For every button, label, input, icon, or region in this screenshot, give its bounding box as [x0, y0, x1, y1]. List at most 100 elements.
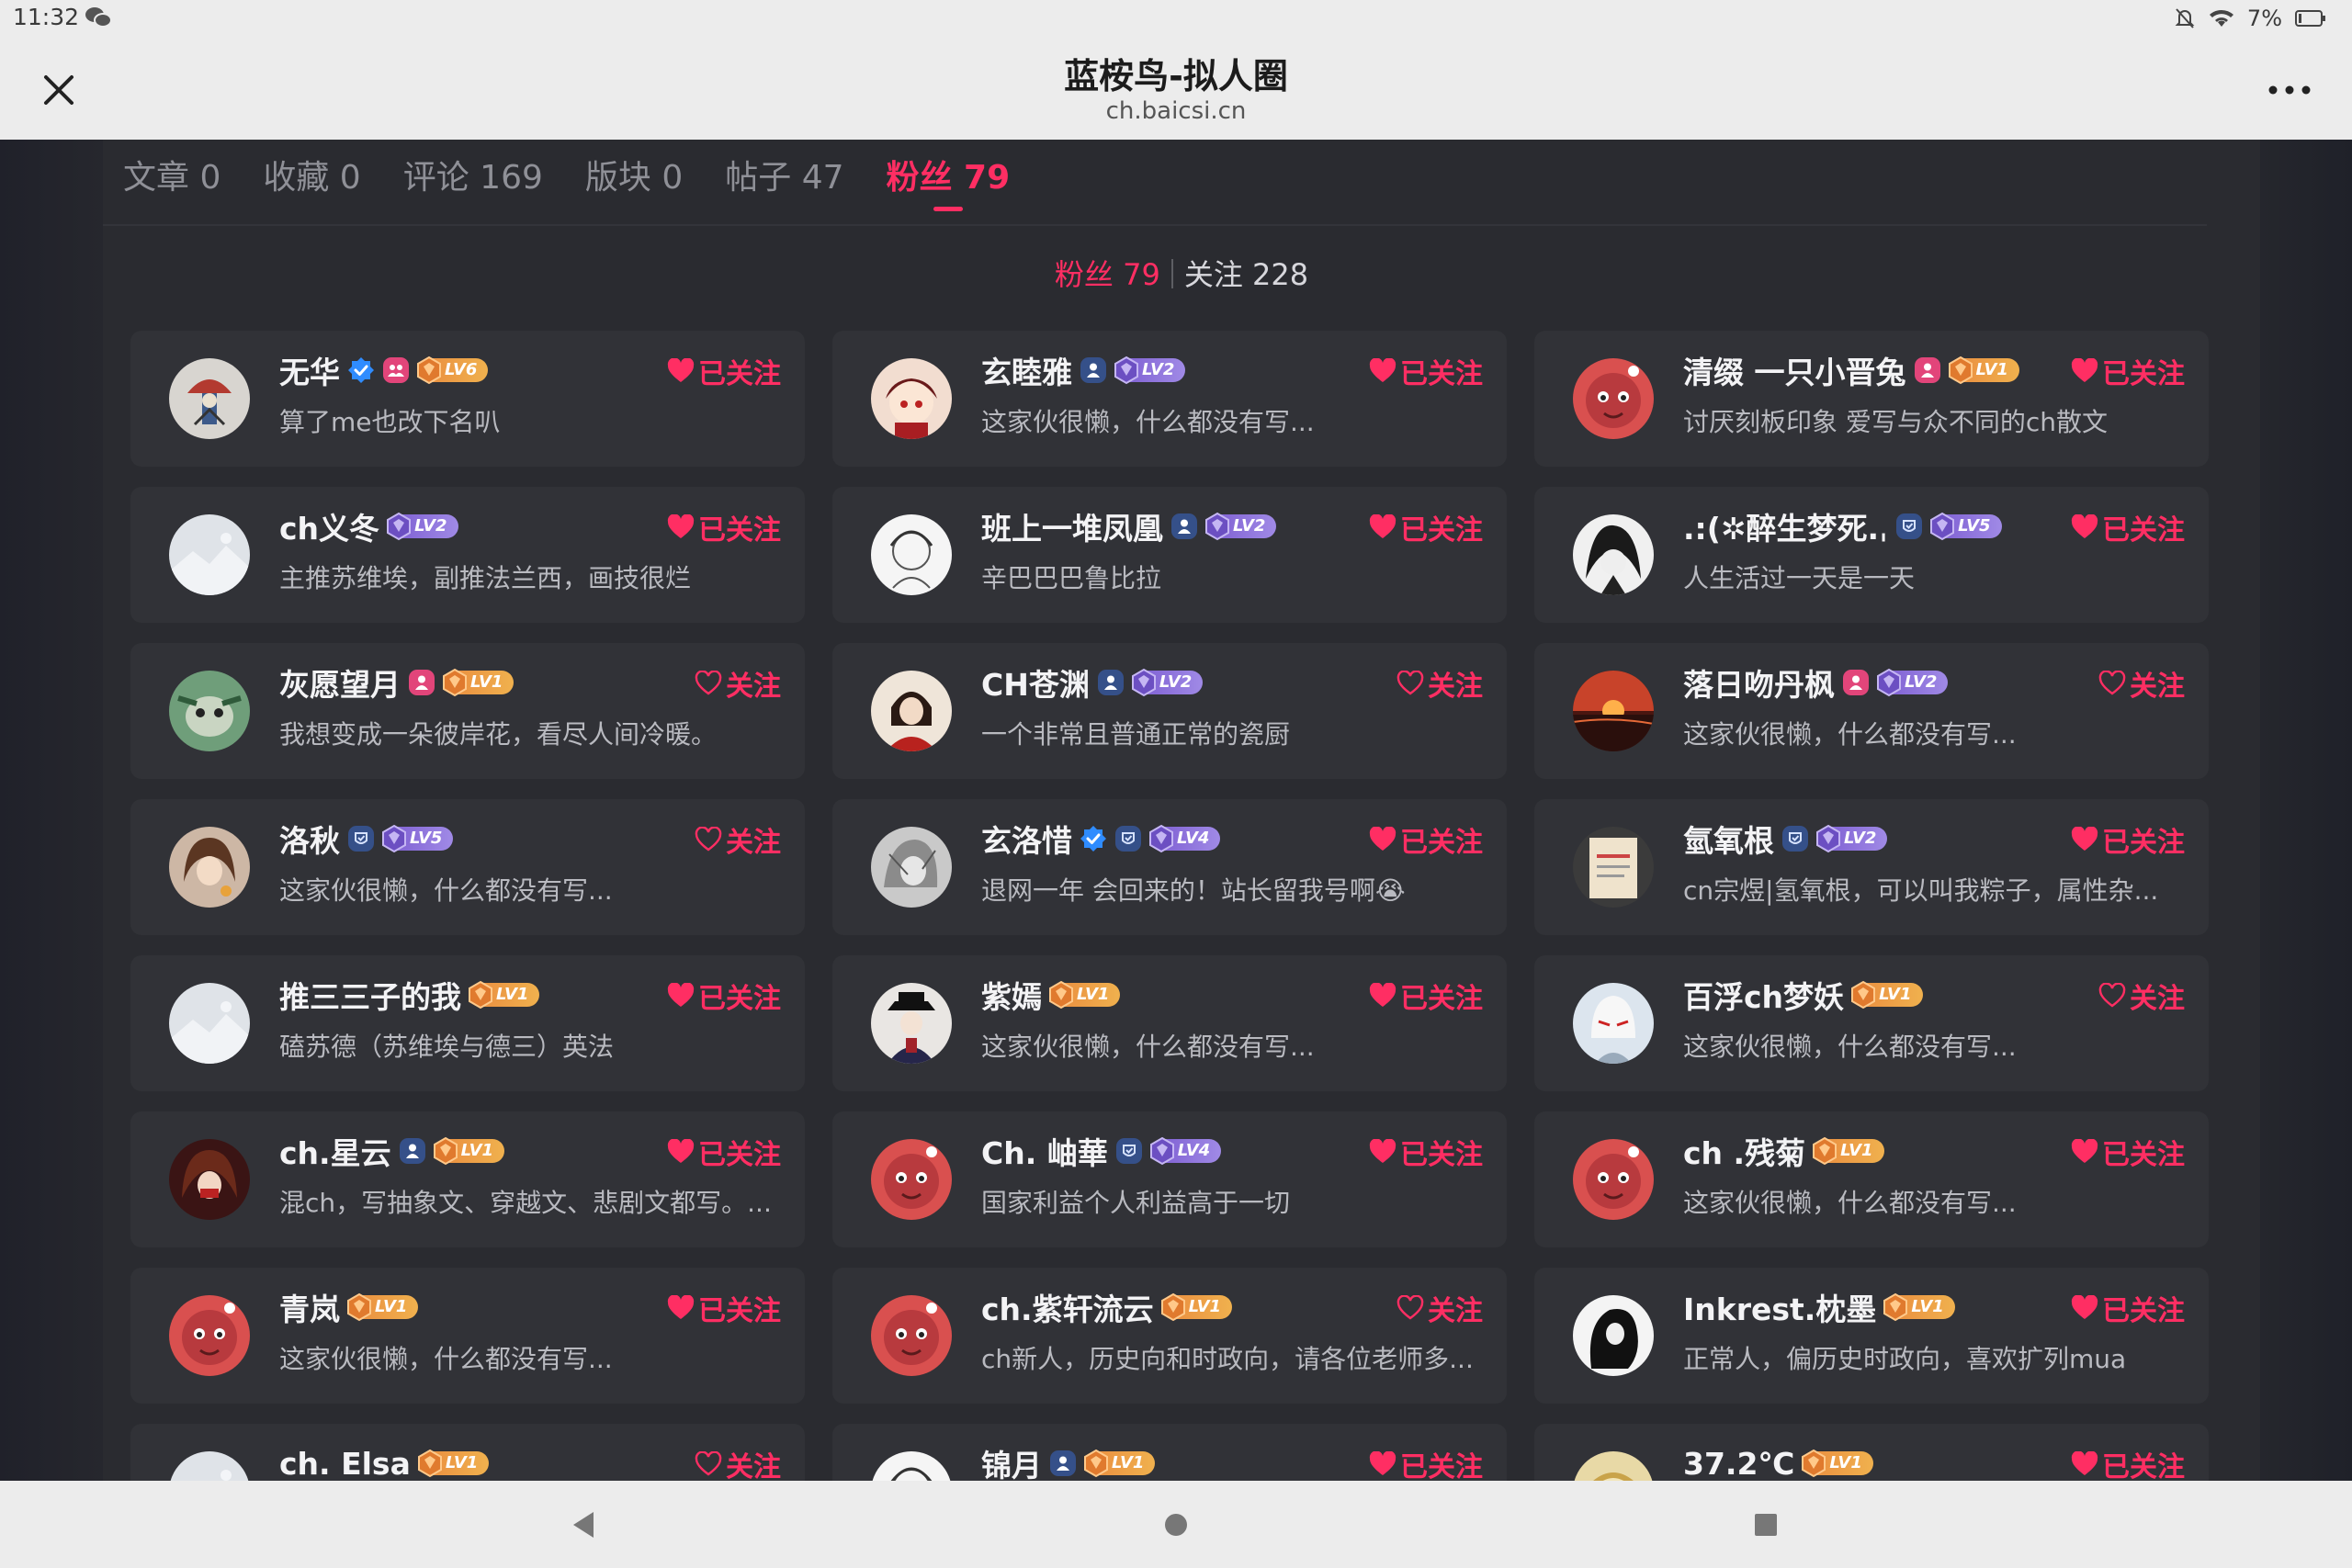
tab-2[interactable]: 评论 169 — [403, 151, 543, 211]
avatar[interactable] — [1573, 1451, 1654, 1481]
avatar[interactable] — [1573, 671, 1654, 751]
avatar[interactable] — [169, 827, 250, 908]
user-name[interactable]: 紫嫣 — [981, 973, 1042, 1017]
back-icon[interactable] — [566, 1506, 603, 1543]
followed-button[interactable]: 已关注 — [2071, 1290, 2185, 1327]
avatar[interactable] — [169, 358, 250, 439]
followed-button[interactable]: 已关注 — [1369, 1134, 1483, 1171]
followed-button[interactable]: 已关注 — [667, 353, 781, 390]
user-name[interactable]: 无华 — [279, 348, 340, 392]
home-icon[interactable] — [1158, 1506, 1194, 1543]
followed-button[interactable]: 已关注 — [1369, 977, 1483, 1015]
fan-card[interactable]: 无华 LV6 算了me也改下名叭 已关注 — [130, 331, 805, 467]
fan-card[interactable]: ch .残菊 LV1 这家伙很懒，什么都没有写... 已关注 — [1534, 1111, 2209, 1247]
followed-button[interactable]: 已关注 — [1369, 353, 1483, 390]
followed-button[interactable]: 已关注 — [1369, 509, 1483, 547]
user-name[interactable]: ch. Elsa — [279, 1446, 411, 1482]
user-name[interactable]: ch .残菊 — [1683, 1129, 1805, 1173]
fan-card[interactable]: 落日吻丹枫 LV2 这家伙很懒，什么都没有写... 关注 — [1534, 643, 2209, 779]
user-name[interactable]: 氫氧根 — [1683, 817, 1774, 861]
followed-button[interactable]: 已关注 — [1369, 1446, 1483, 1481]
fan-card[interactable]: .:(✲醉生梦死.ˌ LV5 人生活过一天是一天 已关注 — [1534, 487, 2209, 623]
fan-card[interactable]: ch.紫轩流云 LV1 ch新人，历史向和时政向，请各位老师多... 关注 — [832, 1268, 1507, 1404]
recents-icon[interactable] — [1747, 1506, 1784, 1543]
tab-1[interactable]: 收藏 0 — [263, 151, 360, 211]
fan-card[interactable]: 紫嫣 LV1 这家伙很懒，什么都没有写... 已关注 — [832, 955, 1507, 1091]
avatar[interactable] — [169, 514, 250, 595]
follow-button[interactable]: 关注 — [695, 821, 781, 859]
user-name[interactable]: ch义冬 — [279, 504, 379, 548]
avatar[interactable] — [1573, 1295, 1654, 1376]
followed-button[interactable]: 已关注 — [667, 509, 781, 547]
fan-card[interactable]: 青岚 LV1 这家伙很懒，什么都没有写... 已关注 — [130, 1268, 805, 1404]
avatar[interactable] — [1573, 983, 1654, 1064]
tab-5[interactable]: 粉丝 79 — [887, 151, 1010, 211]
avatar[interactable] — [871, 1451, 952, 1481]
followed-button[interactable]: 已关注 — [2071, 1134, 2185, 1171]
fan-card[interactable]: ch.星云 LV1 混ch，写抽象文、穿越文、悲剧文都写。... 已关注 — [130, 1111, 805, 1247]
subtab-fans[interactable]: 粉丝 79 — [1055, 257, 1160, 292]
user-name[interactable]: Inkrest.枕墨 — [1683, 1285, 1876, 1329]
avatar[interactable] — [871, 1139, 952, 1220]
subtab-following[interactable]: 关注 228 — [1184, 257, 1308, 292]
fan-card[interactable]: 氫氧根 LV2 cn宗煜|氢氧根，可以叫我粽子，属性杂... 已关注 — [1534, 799, 2209, 935]
user-name[interactable]: CH苍渊 — [981, 660, 1090, 705]
avatar[interactable] — [871, 671, 952, 751]
fan-card[interactable]: 锦月 LV1 已关注 — [832, 1424, 1507, 1481]
fan-card[interactable]: Ch. 岫華 LV4 国家利益个人利益高于一切 已关注 — [832, 1111, 1507, 1247]
avatar[interactable] — [169, 1295, 250, 1376]
fan-card[interactable]: 灰愿望月 LV1 我想变成一朵彼岸花，看尽人间冷暖。 关注 — [130, 643, 805, 779]
user-name[interactable]: 37.2℃ — [1683, 1446, 1794, 1482]
user-name[interactable]: 玄睦雅 — [981, 348, 1072, 392]
avatar[interactable] — [1573, 1139, 1654, 1220]
fan-card[interactable]: 洛秋 LV5 这家伙很懒，什么都没有写... 关注 — [130, 799, 805, 935]
user-name[interactable]: 锦月 — [981, 1441, 1042, 1481]
fan-card[interactable]: 班上一堆凤凰 LV2 辛巴巴巴鲁比拉 已关注 — [832, 487, 1507, 623]
user-name[interactable]: 灰愿望月 — [279, 660, 401, 705]
user-name[interactable]: 百浮ch梦妖 — [1683, 973, 1844, 1017]
tab-4[interactable]: 帖子 47 — [725, 151, 843, 211]
follow-button[interactable]: 关注 — [695, 1446, 781, 1481]
user-name[interactable]: 青岚 — [279, 1285, 340, 1329]
user-name[interactable]: 推三三子的我 — [279, 973, 461, 1017]
avatar[interactable] — [169, 671, 250, 751]
fan-card[interactable]: 清缀 一只小晋兔 LV1 讨厌刻板印象 爱写与众不同的ch散文 已关注 — [1534, 331, 2209, 467]
fan-card[interactable]: 37.2℃ LV1 已关注 — [1534, 1424, 2209, 1481]
follow-button[interactable]: 关注 — [695, 665, 781, 703]
fan-card[interactable]: Inkrest.枕墨 LV1 正常人，偏历史时政向，喜欢扩列mua 已关注 — [1534, 1268, 2209, 1404]
user-name[interactable]: 清缀 一只小晋兔 — [1683, 348, 1906, 392]
avatar[interactable] — [871, 983, 952, 1064]
followed-button[interactable]: 已关注 — [2071, 509, 2185, 547]
followed-button[interactable]: 已关注 — [2071, 821, 2185, 859]
followed-button[interactable]: 已关注 — [1369, 821, 1483, 859]
user-name[interactable]: 班上一堆凤凰 — [981, 504, 1163, 548]
fan-card[interactable]: ch义冬 LV2 主推苏维埃，副推法兰西，画技很烂 已关注 — [130, 487, 805, 623]
follow-button[interactable]: 关注 — [2098, 977, 2185, 1015]
followed-button[interactable]: 已关注 — [667, 1290, 781, 1327]
tab-3[interactable]: 版块 0 — [585, 151, 683, 211]
user-name[interactable]: 玄洛惜 — [981, 817, 1072, 861]
user-name[interactable]: ch.星云 — [279, 1129, 391, 1173]
fan-card[interactable]: CH苍渊 LV2 一个非常且普通正常的瓷厨 关注 — [832, 643, 1507, 779]
followed-button[interactable]: 已关注 — [667, 1134, 781, 1171]
avatar[interactable] — [871, 514, 952, 595]
user-name[interactable]: .:(✲醉生梦死.ˌ — [1683, 504, 1888, 548]
user-name[interactable]: ch.紫轩流云 — [981, 1285, 1154, 1329]
followed-button[interactable]: 已关注 — [2071, 1446, 2185, 1481]
follow-button[interactable]: 关注 — [1396, 665, 1483, 703]
follow-button[interactable]: 关注 — [2098, 665, 2185, 703]
avatar[interactable] — [1573, 827, 1654, 908]
fan-card[interactable]: 推三三子的我 LV1 磕苏德（苏维埃与德三）英法 已关注 — [130, 955, 805, 1091]
followed-button[interactable]: 已关注 — [2071, 353, 2185, 390]
avatar[interactable] — [1573, 514, 1654, 595]
fan-card[interactable]: 百浮ch梦妖 LV1 这家伙很懒，什么都没有写... 关注 — [1534, 955, 2209, 1091]
tab-0[interactable]: 文章 0 — [123, 151, 220, 211]
avatar[interactable] — [169, 1451, 250, 1481]
avatar[interactable] — [169, 983, 250, 1064]
avatar[interactable] — [871, 358, 952, 439]
avatar[interactable] — [1573, 358, 1654, 439]
fan-card[interactable]: ch. Elsa LV1 关注 — [130, 1424, 805, 1481]
more-icon[interactable] — [2262, 73, 2317, 107]
fan-card[interactable]: 玄睦雅 LV2 这家伙很懒，什么都没有写... 已关注 — [832, 331, 1507, 467]
user-name[interactable]: 落日吻丹枫 — [1683, 660, 1835, 705]
